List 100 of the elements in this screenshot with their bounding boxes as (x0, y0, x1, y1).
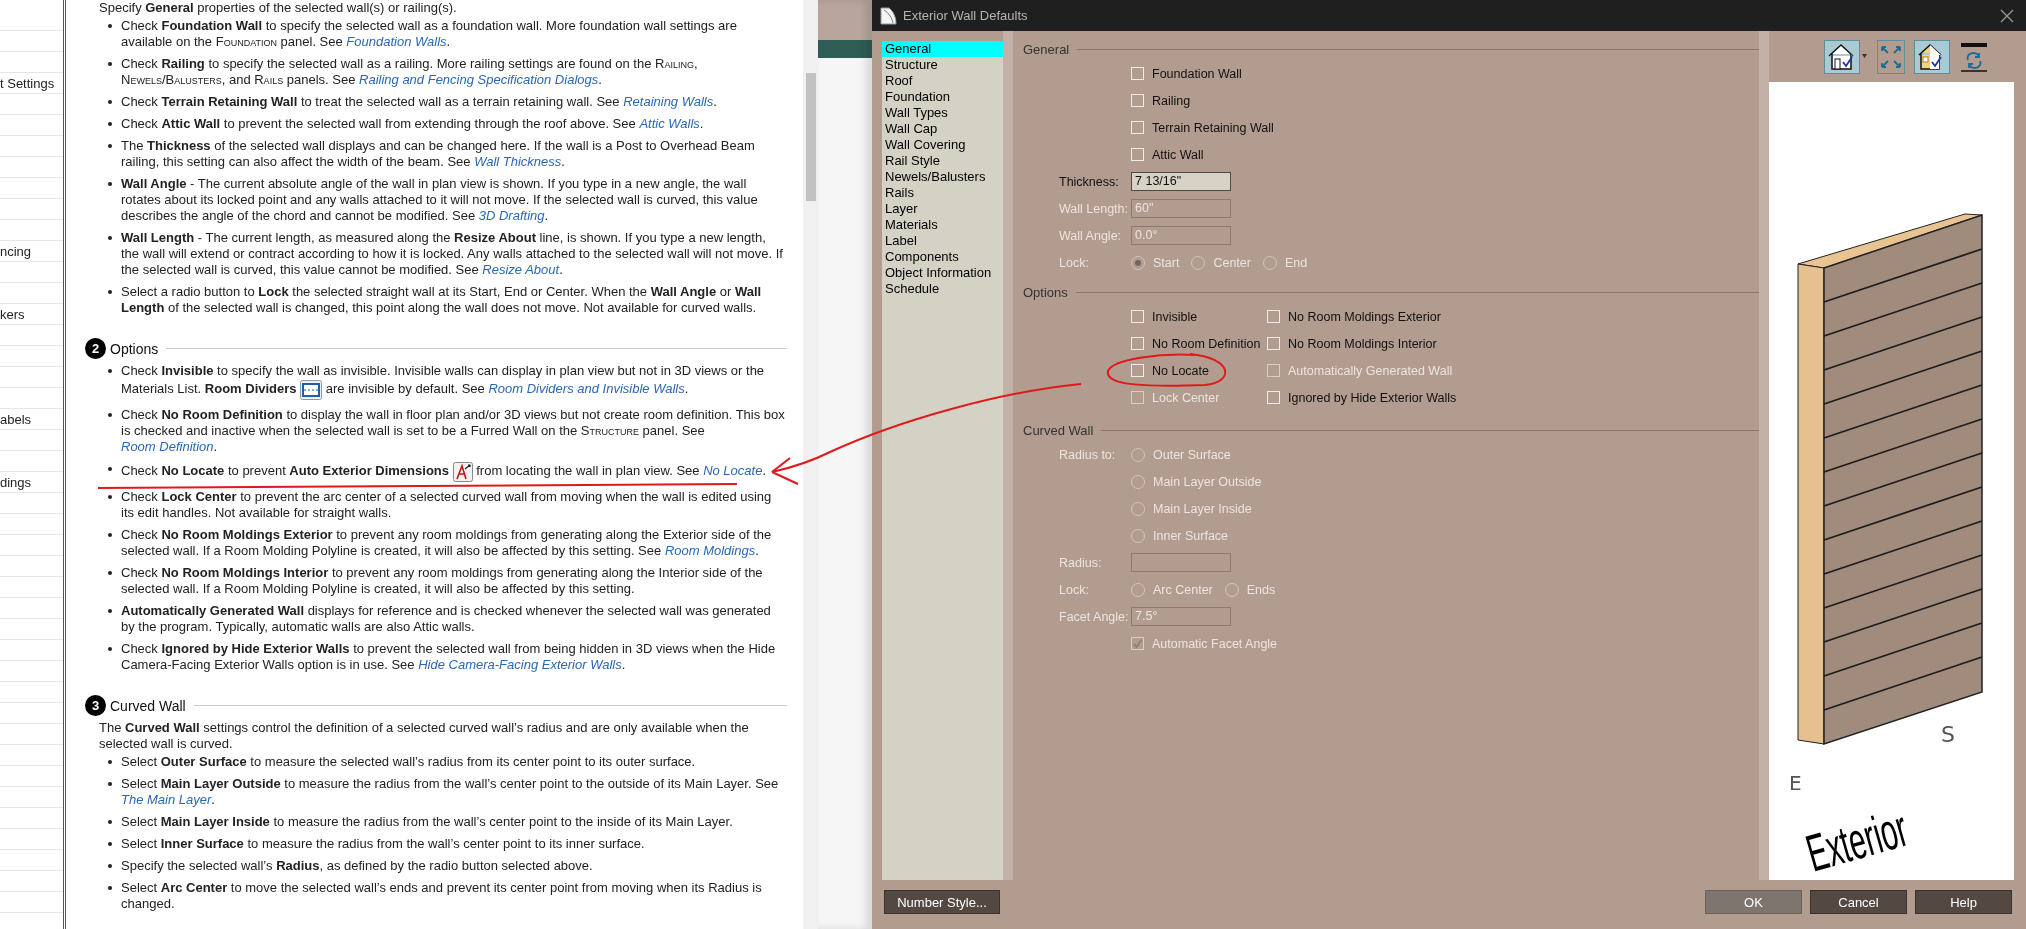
window-title: Exterior Wall Defaults (903, 8, 1028, 23)
sidebar-item[interactable]: abels (0, 411, 32, 427)
checkmark-icon (1132, 638, 1143, 649)
checkbox[interactable]: Foundation Wall (1131, 66, 1242, 81)
bullet-icon (108, 533, 112, 537)
nav-item[interactable]: Newels/Balusters (882, 169, 1003, 185)
bullet-icon (108, 290, 112, 294)
bullet-text: Check No Locate to prevent Auto Exterior Dimensions from locating the wall in plan view. See No Locate. (121, 461, 787, 483)
bullet-text: Wall Length - The current length, as measured along the Resize About line, is shown. If you type a new length, the wall will extend or contract according to how it is locked. Any walls attached to the selected wall will not move. If the selected wall is curved, this value cannot be modified. See Resize About. (121, 230, 784, 278)
text-field[interactable]: 7 13/16" (1131, 172, 1231, 191)
sidebar-item[interactable]: dings (0, 474, 32, 490)
nav-item[interactable]: Wall Covering (882, 137, 1003, 153)
bullet-text: Check Ignored by Hide Exterior Walls to prevent the selected wall from being hidden in 3D views when the Hide Camera-Facing Exterior Walls option is in use. See Hide Camera-Facing Exterior Walls. (121, 641, 777, 673)
bullet-text: Wall Angle - The current absolute angle of the wall in plan view is shown. If you type in a new angle, the wall rotates about its locked point and any walls attached to it will not move. If the selected wall is curved, this value describes the angle of the chord and cannot be modified. See 3D Drafting. (121, 176, 759, 224)
expand-icon[interactable] (1877, 40, 1905, 74)
checkbox[interactable]: No Room Definition (1131, 336, 1261, 351)
bullet-text: Check Terrain Retaining Wall to treat the selected wall as a terrain retaining wall. See Retaining Walls. (121, 94, 718, 110)
close-icon[interactable] (2000, 8, 2014, 23)
bullet-icon (108, 760, 112, 764)
bullet-icon (108, 236, 112, 240)
nav-item[interactable]: Roof (882, 73, 1003, 89)
help-link[interactable]: No Locate (703, 463, 763, 479)
nav-item[interactable]: Rail Style (882, 153, 1003, 169)
nav-item[interactable]: Materials (882, 217, 1003, 233)
bullet-icon (108, 467, 112, 471)
checkbox[interactable]: No Locate (1131, 363, 1209, 378)
intro-text: Specify General properties of the selected wall(s) or railing(s). (99, 0, 458, 16)
field-label: Lock: (1059, 255, 1090, 270)
scrollbar-thumb[interactable] (806, 73, 816, 201)
bullet-text: Check No Room Definition to display the wall in floor plan and/or 3D views but not create room definition. This box is checked and inactive when the selected wall is set to be a Furred Wall on the Structure panel. See Room Definition. (121, 407, 786, 455)
checkbox[interactable]: Attic Wall (1131, 147, 1204, 162)
refresh-icon[interactable] (1959, 40, 1989, 74)
group-heading: Options (1023, 284, 1068, 300)
bullet-icon (108, 782, 112, 786)
field-label: Facet Angle: (1059, 609, 1130, 624)
nav-item[interactable]: Schedule (882, 281, 1003, 297)
dialog-button[interactable]: Help (1915, 890, 2012, 914)
nav-item[interactable]: Object Information (882, 265, 1003, 281)
bullet-icon (108, 413, 112, 417)
nav-item[interactable]: Structure (882, 57, 1003, 73)
app-logo-icon (880, 6, 897, 25)
number-style-button[interactable]: Number Style... (884, 890, 1000, 914)
sidebar-item[interactable]: kers (0, 306, 25, 322)
help-link[interactable]: Room Definition (121, 439, 214, 454)
nav-item[interactable]: Components (882, 249, 1003, 265)
field-label: Radius: (1059, 555, 1103, 570)
bullet-text: Check No Room Moldings Exterior to prevent any room moldings from generating along the Exterior side of the selected wall. If a Room Molding Polyline is created, it will also be affected by this setting. See Room Moldings. (121, 527, 773, 559)
bullet-icon (108, 122, 112, 126)
nav-item[interactable]: Label (882, 233, 1003, 249)
nav-item[interactable]: Foundation (882, 89, 1003, 105)
room-divider-icon (300, 380, 323, 400)
intro-text: The Curved Wall settings control the definition of a selected curved wall’s radius and are only available when the selected wall is curved. (99, 720, 750, 752)
sidebar-item[interactable]: t Settings (0, 75, 55, 91)
bullet-text: The Thickness of the selected wall displays and can be changed here. If the wall is a Post to Overhead Beam railing, this setting can also affect the width of the beam. See Wall Thickness. (121, 138, 756, 170)
bullet-text: Select Outer Surface to measure the selected wall’s radius from its center point to its outer surface. (121, 754, 697, 770)
help-link[interactable]: Foundation Walls (346, 34, 447, 49)
bullet-text: Specify the selected wall’s Radius, as defined by the radio button selected above. (121, 858, 594, 874)
dialog-button[interactable]: Cancel (1810, 890, 1907, 914)
nav-item[interactable]: Rails (882, 185, 1003, 201)
help-link[interactable]: Hide Camera-Facing Exterior Walls (418, 657, 622, 672)
checkbox[interactable]: Railing (1131, 93, 1191, 108)
bullet-text: Select Inner Surface to measure the radius from the wall’s center point to its inner surface. (121, 836, 646, 852)
dialog-button[interactable]: OK (1705, 890, 1802, 914)
sidebar-item[interactable]: ncing (0, 243, 32, 259)
side-label: Exterior (1800, 799, 1914, 879)
field-label: Wall Length: (1059, 201, 1130, 216)
nav-item[interactable]: General (882, 41, 1003, 57)
nav-item[interactable]: Layer (882, 201, 1003, 217)
checkbox[interactable]: Terrain Retaining Wall (1131, 120, 1274, 135)
field-label: Radius to: (1059, 447, 1117, 462)
bullet-icon (108, 24, 112, 28)
help-link[interactable]: The Main Layer (121, 792, 212, 807)
help-link[interactable]: Resize About (482, 262, 560, 277)
group-heading: General (1023, 41, 1070, 57)
bullet-text: Automatically Generated Wall displays for reference and is checked whenever the selected wall was generated by the program. Typically, automatic walls are also Attic walls. (121, 603, 772, 635)
section-heading: Options (110, 340, 159, 357)
compass-label: E (1789, 771, 1802, 795)
nav-item[interactable]: Wall Cap (882, 121, 1003, 137)
help-link[interactable]: Attic Walls (639, 116, 700, 131)
bullet-text: Select Main Layer Outside to measure the radius from the wall’s center point to the outside of its Main Layer. See The Main Layer. (121, 776, 780, 808)
checkbox[interactable]: Invisible (1131, 309, 1198, 324)
checkbox[interactable]: Ignored by Hide Exterior Walls (1267, 390, 1457, 405)
house-view-icon[interactable] (1824, 40, 1868, 74)
checkbox[interactable]: No Room Moldings Interior (1267, 336, 1437, 351)
bullet-text: Check Foundation Wall to specify the selected wall as a foundation wall. More foundation wall settings are available on the Foundation panel. See Foundation Walls. (121, 18, 738, 50)
field-label: Wall Angle: (1059, 228, 1123, 243)
section-heading: Curved Wall (110, 697, 186, 714)
field-label: Lock: (1059, 582, 1090, 597)
bullet-text: Check Railing to specify the selected wall as a railing. More railing settings are found on the Railing, Newels/Balusters, and Rails panels. See Railing and Fencing Specification Dialogs. (121, 56, 699, 88)
help-link[interactable]: 3D Drafting (478, 208, 545, 223)
nav-item[interactable]: Wall Types (882, 105, 1003, 121)
help-link[interactable]: Room Dividers and Invisible Walls (488, 381, 685, 397)
dimension-tool-icon (452, 462, 473, 482)
compass-label: S (1941, 722, 1955, 747)
checkbox[interactable]: No Room Moldings Exterior (1267, 309, 1441, 324)
field-label: Thickness: (1059, 174, 1120, 189)
group-heading: Curved Wall (1023, 422, 1094, 438)
house-checklist-icon[interactable] (1914, 40, 1950, 74)
scrollbar[interactable] (803, 0, 818, 929)
bullet-icon (108, 609, 112, 613)
